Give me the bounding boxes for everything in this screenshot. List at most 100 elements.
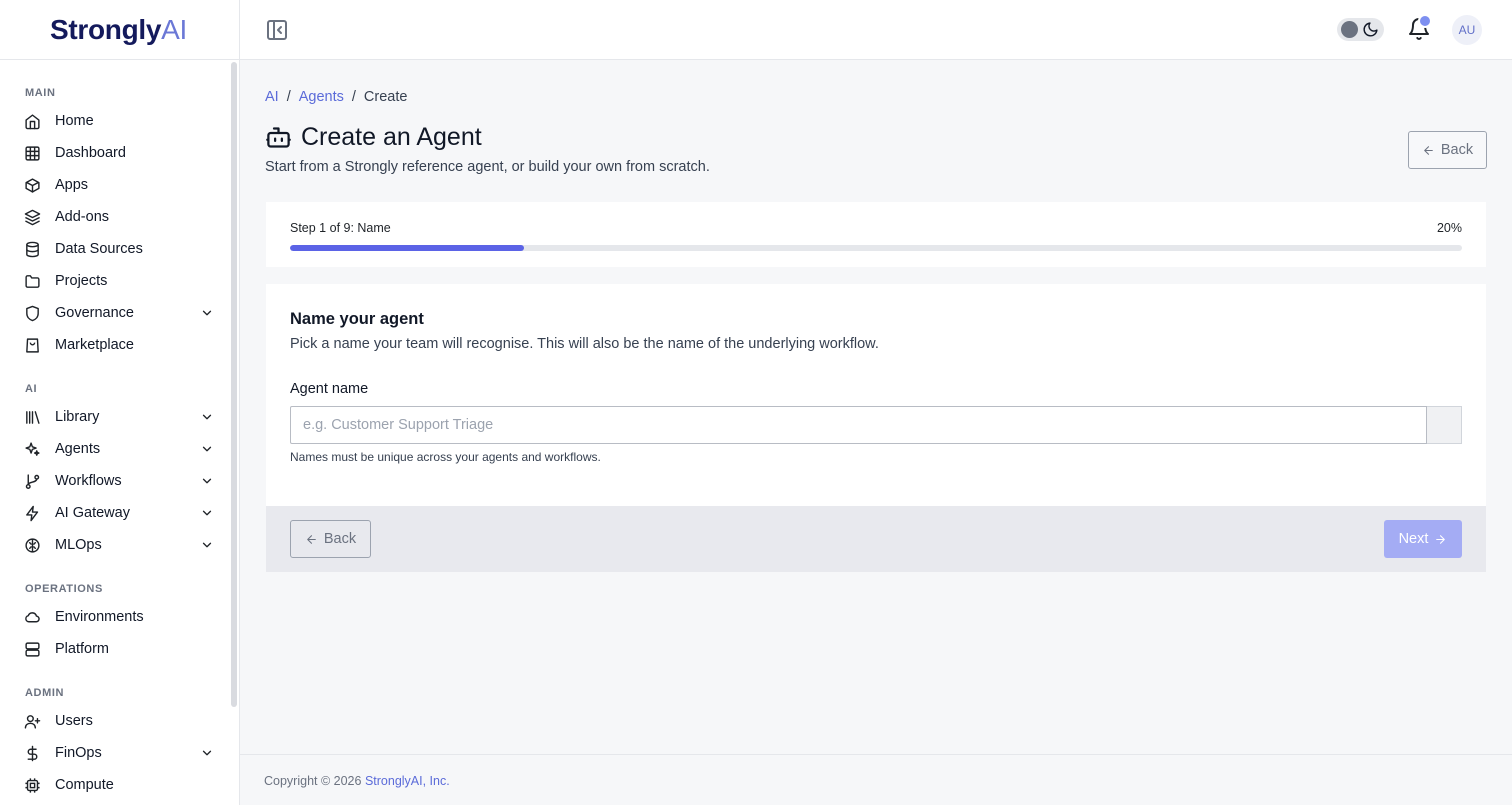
name-form-card: Name your agent Pick a name your team wi… xyxy=(266,284,1486,572)
next-button-label: Next xyxy=(1398,531,1429,547)
layers-icon xyxy=(24,209,41,226)
sidebar-item-label: Compute xyxy=(55,777,114,793)
page-subtitle: Start from a Strongly reference agent, o… xyxy=(265,159,710,175)
zap-icon xyxy=(26,505,39,522)
sidebar-item-dashboard[interactable]: Dashboard xyxy=(0,139,228,167)
brand-name: Strongly xyxy=(50,13,162,45)
dollar-icon xyxy=(27,745,38,762)
chevron-down-icon xyxy=(202,414,212,420)
step-label: Step 1 of 9: Name xyxy=(290,221,391,235)
sidebar-item-library[interactable]: Library xyxy=(0,403,228,431)
sidebar-item-apps[interactable]: Apps xyxy=(0,171,228,199)
sidebar-item-compute[interactable]: Compute xyxy=(0,771,228,799)
sidebar-item-agents[interactable]: Agents xyxy=(0,435,228,463)
sidebar-item-home[interactable]: Home xyxy=(0,107,228,135)
page-footer: Copyright © 2026 StronglyAI, Inc. xyxy=(240,754,1512,805)
brand-logo[interactable]: StronglyAI xyxy=(50,14,187,46)
chevron-down-icon xyxy=(202,750,212,756)
library-icon xyxy=(26,411,40,424)
form-title: Name your agent xyxy=(290,310,424,328)
sidebar-item-users[interactable]: Users xyxy=(0,707,228,735)
sidebar-collapse-icon[interactable] xyxy=(265,18,289,42)
breadcrumb: AI / Agents / Create xyxy=(265,89,407,105)
section-title-ai: AI xyxy=(25,383,38,395)
box-icon xyxy=(25,178,40,193)
chevron-down-icon xyxy=(202,542,212,548)
chevron-down-icon xyxy=(202,310,212,316)
sidebar-item-mlops[interactable]: MLOps xyxy=(0,531,228,559)
breadcrumb-ai[interactable]: AI xyxy=(265,89,279,105)
back-button[interactable]: Back xyxy=(290,520,371,558)
agent-name-help: Names must be unique across your agents … xyxy=(290,450,601,464)
shield-icon xyxy=(26,305,39,322)
arrow-right-icon xyxy=(1436,534,1446,544)
back-button-top[interactable]: Back xyxy=(1408,131,1487,169)
arrow-left-icon xyxy=(307,534,316,544)
git-branch-icon xyxy=(25,474,40,489)
sidebar: StronglyAI MAIN Home Dashboard Apps Add-… xyxy=(0,0,240,805)
avatar[interactable]: AU xyxy=(1452,15,1482,45)
sidebar-item-add-ons[interactable]: Add-ons xyxy=(0,203,228,231)
sidebar-item-label: Dashboard xyxy=(55,145,126,161)
agent-name-input[interactable] xyxy=(290,406,1427,444)
copyright: Copyright © 2026 StronglyAI, Inc. xyxy=(264,774,450,788)
sidebar-item-label: Users xyxy=(55,713,93,729)
title-row: Create an Agent xyxy=(265,123,482,152)
sidebar-item-data-sources[interactable]: Data Sources xyxy=(0,235,228,263)
breadcrumb-agents[interactable]: Agents xyxy=(299,89,344,105)
brain-icon xyxy=(25,538,40,553)
back-button-label: Back xyxy=(323,531,357,547)
sidebar-scrollbar[interactable] xyxy=(231,62,237,707)
agent-name-label: Agent name xyxy=(290,381,369,397)
breadcrumb-current: Create xyxy=(363,89,408,105)
section-title-operations: OPERATIONS xyxy=(25,583,103,595)
server-icon xyxy=(25,642,40,657)
sidebar-item-label: Projects xyxy=(55,273,108,289)
sidebar-item-label: Platform xyxy=(55,641,109,657)
percent-label: 20% xyxy=(1436,221,1462,235)
folder-icon xyxy=(25,275,40,288)
breadcrumb-separator: / xyxy=(351,89,356,105)
sidebar-item-label: Governance xyxy=(55,305,134,321)
sidebar-item-platform[interactable]: Platform xyxy=(0,635,228,663)
sidebar-item-workflows[interactable]: Workflows xyxy=(0,467,228,495)
sidebar-item-label: MLOps xyxy=(55,537,102,553)
logo-bar: StronglyAI xyxy=(0,0,239,60)
sidebar-item-marketplace[interactable]: Marketplace xyxy=(0,331,228,359)
sidebar-item-finops[interactable]: FinOps xyxy=(0,739,228,767)
sidebar-item-label: Apps xyxy=(55,177,89,193)
sidebar-item-label: Environments xyxy=(55,609,144,625)
back-button-label: Back xyxy=(1440,142,1474,158)
cpu-icon xyxy=(25,778,40,793)
form-footer: Back Next xyxy=(266,506,1486,572)
sidebar-item-label: Library xyxy=(55,409,100,425)
notification-badge xyxy=(1418,14,1432,28)
form-description: Pick a name your team will recognise. Th… xyxy=(290,336,879,352)
cloud-icon xyxy=(25,612,40,623)
sidebar-item-label: Home xyxy=(55,113,94,129)
company-link[interactable]: StronglyAI, Inc. xyxy=(365,774,450,788)
sidebar-item-label: AI Gateway xyxy=(55,505,130,521)
progress-bar xyxy=(290,245,1462,251)
home-icon xyxy=(25,114,40,130)
database-icon xyxy=(26,241,39,258)
sidebar-item-governance[interactable]: Governance xyxy=(0,299,228,327)
sidebar-item-label: Agents xyxy=(55,441,101,457)
sidebar-item-label: FinOps xyxy=(55,745,102,761)
top-header: AU xyxy=(240,0,1512,60)
sidebar-item-label: Marketplace xyxy=(55,337,134,353)
chevron-down-icon xyxy=(202,478,212,484)
user-plus-icon xyxy=(24,715,41,729)
page-title: Create an Agent xyxy=(301,123,482,151)
chevron-down-icon xyxy=(202,510,212,516)
next-button[interactable]: Next xyxy=(1384,520,1462,558)
sidebar-item-environments[interactable]: Environments xyxy=(0,603,228,631)
sidebar-item-projects[interactable]: Projects xyxy=(0,267,228,295)
sidebar-item-ai-gateway[interactable]: AI Gateway xyxy=(0,499,228,527)
sparkles-icon xyxy=(25,442,40,456)
arrow-left-icon xyxy=(1424,145,1433,155)
breadcrumb-separator: / xyxy=(286,89,291,105)
section-title-admin: ADMIN xyxy=(25,687,65,699)
sidebar-item-label: Add-ons xyxy=(55,209,110,225)
theme-toggle[interactable] xyxy=(1337,18,1384,41)
